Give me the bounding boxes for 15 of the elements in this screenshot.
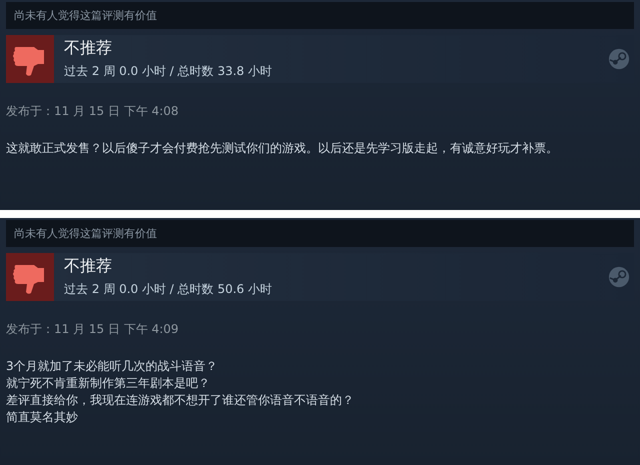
- posted-date: 发布于：11 月 15 日 下午 4:08: [6, 103, 180, 120]
- playtime-text: 过去 2 周 0.0 小时 / 总时数 33.8 小时: [64, 63, 273, 80]
- helpful-text: 尚未有人觉得这篇评测有价值: [14, 227, 157, 240]
- review-text: 就宁死不肯重新制作第三年剧本是吧？: [6, 375, 211, 392]
- verdict-title: 不推荐: [64, 38, 113, 59]
- steam-logo-icon: [608, 266, 630, 288]
- helpful-text: 尚未有人觉得这篇评测有价值: [14, 9, 157, 22]
- review-text: 3个月就加了未必能听几次的战斗语音？: [6, 358, 219, 375]
- playtime-text: 过去 2 周 0.0 小时 / 总时数 50.6 小时: [64, 281, 273, 298]
- review-text: 简直莫名其妙: [6, 409, 79, 426]
- verdict-title: 不推荐: [64, 256, 113, 277]
- review-text: 这就敢正式发售？以后傻子才会付费抢先测试你们的游戏。以后还是先学习版走起，有诚意好玩才补票。: [6, 140, 559, 157]
- steam-logo-icon: [608, 48, 630, 70]
- posted-date: 发布于：11 月 15 日 下午 4:09: [6, 321, 180, 338]
- review-text: 差评直接给你，我现在连游戏都不想开了谁还管你语音不语音的？: [6, 392, 355, 409]
